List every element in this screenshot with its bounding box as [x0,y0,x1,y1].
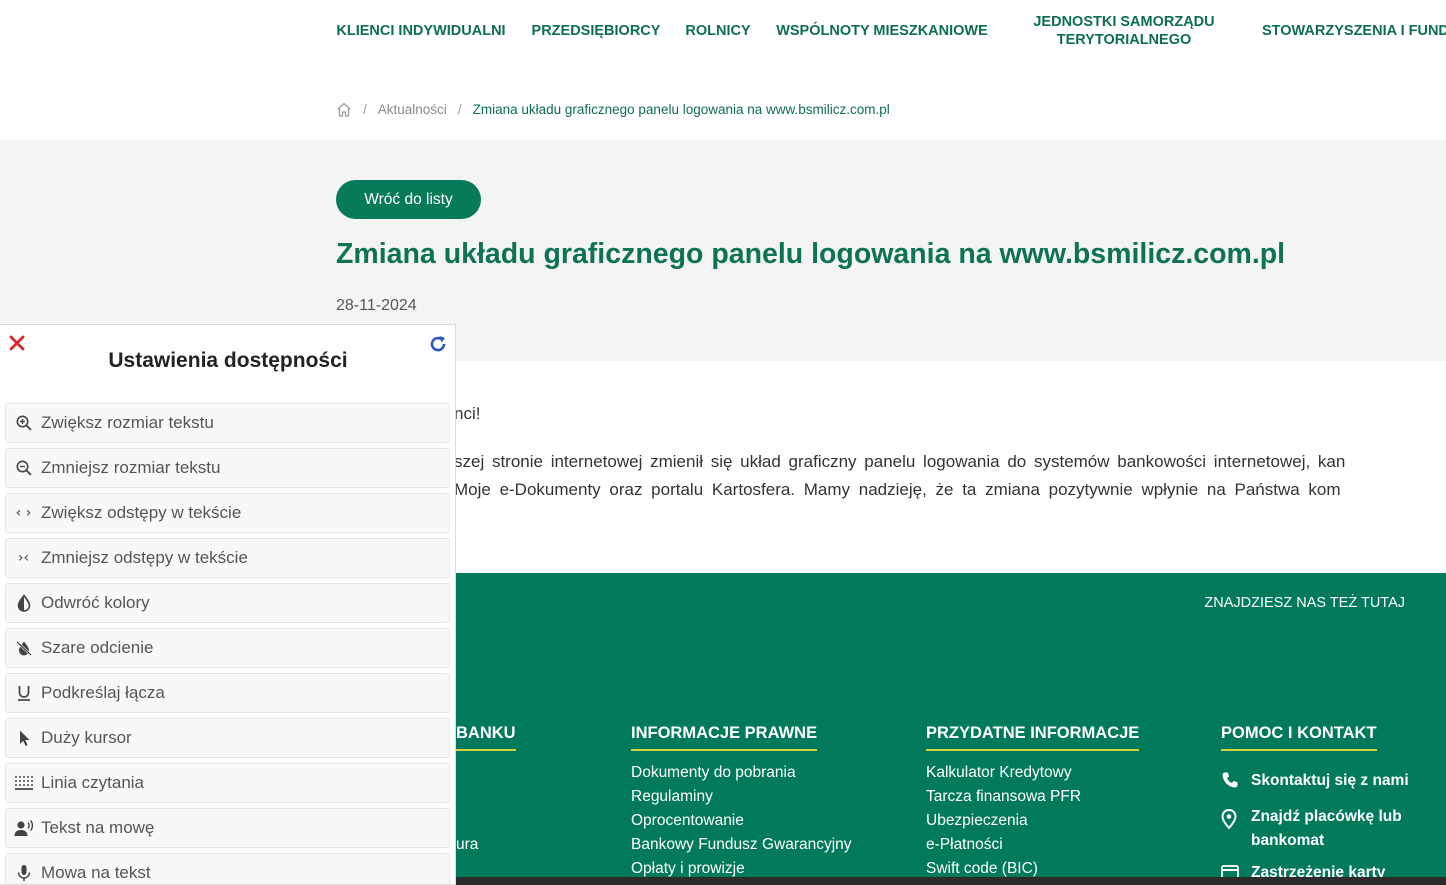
contact-us-link[interactable]: Skontaktuj się z nami [1221,769,1436,797]
page-title: Zmiana układu graficznego panelu logowan… [336,238,1286,270]
footer-column-title: POMOC I KONTAKT [1221,724,1377,751]
accessibility-panel: Ustawienia dostępności Zwiększ rozmiar t… [0,324,456,885]
footer-link[interactable]: Dokumenty do pobrania [631,761,852,785]
option-label: Mowa na tekst [41,863,151,882]
option-label: Podkreślaj łącza [41,683,165,702]
location-pin-icon [1221,805,1251,837]
increase-text-size-button[interactable]: Zwiększ rozmiar tekstu [5,403,450,443]
article-body: nci! szej stronie internetowej zmienił s… [336,400,1446,510]
text-to-speech-button[interactable]: Tekst na mowę [5,808,450,848]
decrease-spacing-button[interactable]: ›‹ Zmniejsz odstępy w tekście [5,538,450,578]
option-label: Tekst na mowę [41,818,155,837]
footer-link[interactable]: Regulaminy [631,785,852,809]
breadcrumb: / Aktualności / Zmiana układu graficzneg… [336,98,890,120]
cursor-icon [6,729,41,747]
spacing-decrease-icon: ›‹ [17,550,30,566]
footer-column-informacje-prawne: INFORMACJE PRAWNE Dokumenty do pobrania … [631,723,852,881]
find-branch-link[interactable]: Znajdź placówkę lub bankomat [1221,805,1411,853]
contrast-icon [6,594,41,612]
breadcrumb-current: Zmiana układu graficznego panelu logowan… [472,101,890,117]
option-label: Zwiększ rozmiar tekstu [41,413,214,432]
option-label: Zmniejsz rozmiar tekstu [41,458,221,477]
footer-find-us: ZNAJDZIESZ NAS TEŻ TUTAJ [1204,595,1405,611]
top-navigation: KLIENCI INDYWIDUALNI PRZEDSIĘBIORCY ROLN… [0,0,1446,80]
accessibility-options: Zwiększ rozmiar tekstu Zmniejsz rozmiar … [5,403,450,884]
option-label: Zwiększ odstępy w tekście [41,503,242,522]
big-cursor-button[interactable]: Duży kursor [5,718,450,758]
option-label: Duży kursor [41,728,132,747]
nav-wspolnoty-mieszkaniowe[interactable]: WSPÓLNOTY MIESZKANIOWE [771,0,993,62]
footer-link[interactable]: Ubezpieczenia [926,809,1139,833]
nav-jednostki-samorzadu[interactable]: JEDNOSTKI SAMORZĄDU TERYTORIALNEGO [1020,0,1228,62]
nav-przedsiebiorcy[interactable]: PRZEDSIĘBIORCY [527,0,665,62]
speech-to-text-icon [6,864,41,882]
footer-link[interactable]: e-Płatności [926,833,1139,857]
option-label: Zmniejsz odstępy w tekście [41,548,248,567]
decrease-text-size-button[interactable]: Zmniejsz rozmiar tekstu [5,448,450,488]
back-to-list-button[interactable]: Wróć do listy [336,180,481,219]
footer-column-title: INFORMACJE PRAWNE [631,724,818,751]
nav-klienci-indywidualni[interactable]: KLIENCI INDYWIDUALNI [330,0,512,62]
underline-links-button[interactable]: Podkreślaj łącza [5,673,450,713]
option-label: Szare odcienie [41,638,154,657]
breadcrumb-separator: / [457,101,462,117]
increase-spacing-button[interactable]: ‹ › Zwiększ odstępy w tekście [5,493,450,533]
breadcrumb-separator: / [363,101,367,117]
underline-icon [6,684,41,702]
contact-us-label: Skontaktuj się z nami [1251,772,1409,789]
footer-link[interactable]: Oprocentowanie [631,809,852,833]
footer-column-przydatne-informacje: PRZYDATNE INFORMACJE Kalkulator Kredytow… [926,723,1140,881]
footer-column-title: PRZYDATNE INFORMACJE [926,724,1140,751]
reading-line-icon [6,775,41,791]
accessibility-title: Ustawienia dostępności [108,349,348,372]
find-branch-label: Znajdź placówkę lub bankomat [1251,808,1402,849]
nav-stowarzyszenia[interactable]: STOWARZYSZENIA I FUNDA [1262,0,1446,62]
home-icon[interactable] [336,102,352,117]
zoom-out-icon [6,459,41,477]
option-label: Odwróć kolory [41,593,150,612]
speech-to-text-button[interactable]: Mowa na tekst [5,853,450,884]
footer-link[interactable]: Kalkulator Kredytowy [926,761,1139,785]
footer-link[interactable]: Bankowy Fundusz Gwarancyjny [631,833,852,857]
grayscale-icon [6,639,41,657]
zoom-in-icon [6,414,41,432]
invert-colors-button[interactable]: Odwróć kolory [5,583,450,623]
breadcrumb-aktualnosci[interactable]: Aktualności [378,102,447,117]
footer-column-pomoc-kontakt: POMOC I KONTAKT Skontaktuj się z nami Zn… [1221,723,1436,885]
nav-rolnicy[interactable]: ROLNICY [679,0,757,62]
article-paragraph-line: szej stronie internetowej zmienił się uk… [454,452,1346,471]
grayscale-button[interactable]: Szare odcienie [5,628,450,668]
reading-line-button[interactable]: Linia czytania [5,763,450,803]
footer-link[interactable]: Tarcza finansowa PFR [926,785,1139,809]
text-to-speech-icon [6,819,41,837]
phone-icon [1221,769,1251,797]
spacing-increase-icon: ‹ › [15,505,32,521]
article-paragraph-line: Moje e-Dokumenty oraz portalu Kartosfera… [454,480,1341,499]
article-date: 28-11-2024 [336,297,417,314]
article-greeting: nci! [454,404,481,423]
option-label: Linia czytania [41,773,145,792]
